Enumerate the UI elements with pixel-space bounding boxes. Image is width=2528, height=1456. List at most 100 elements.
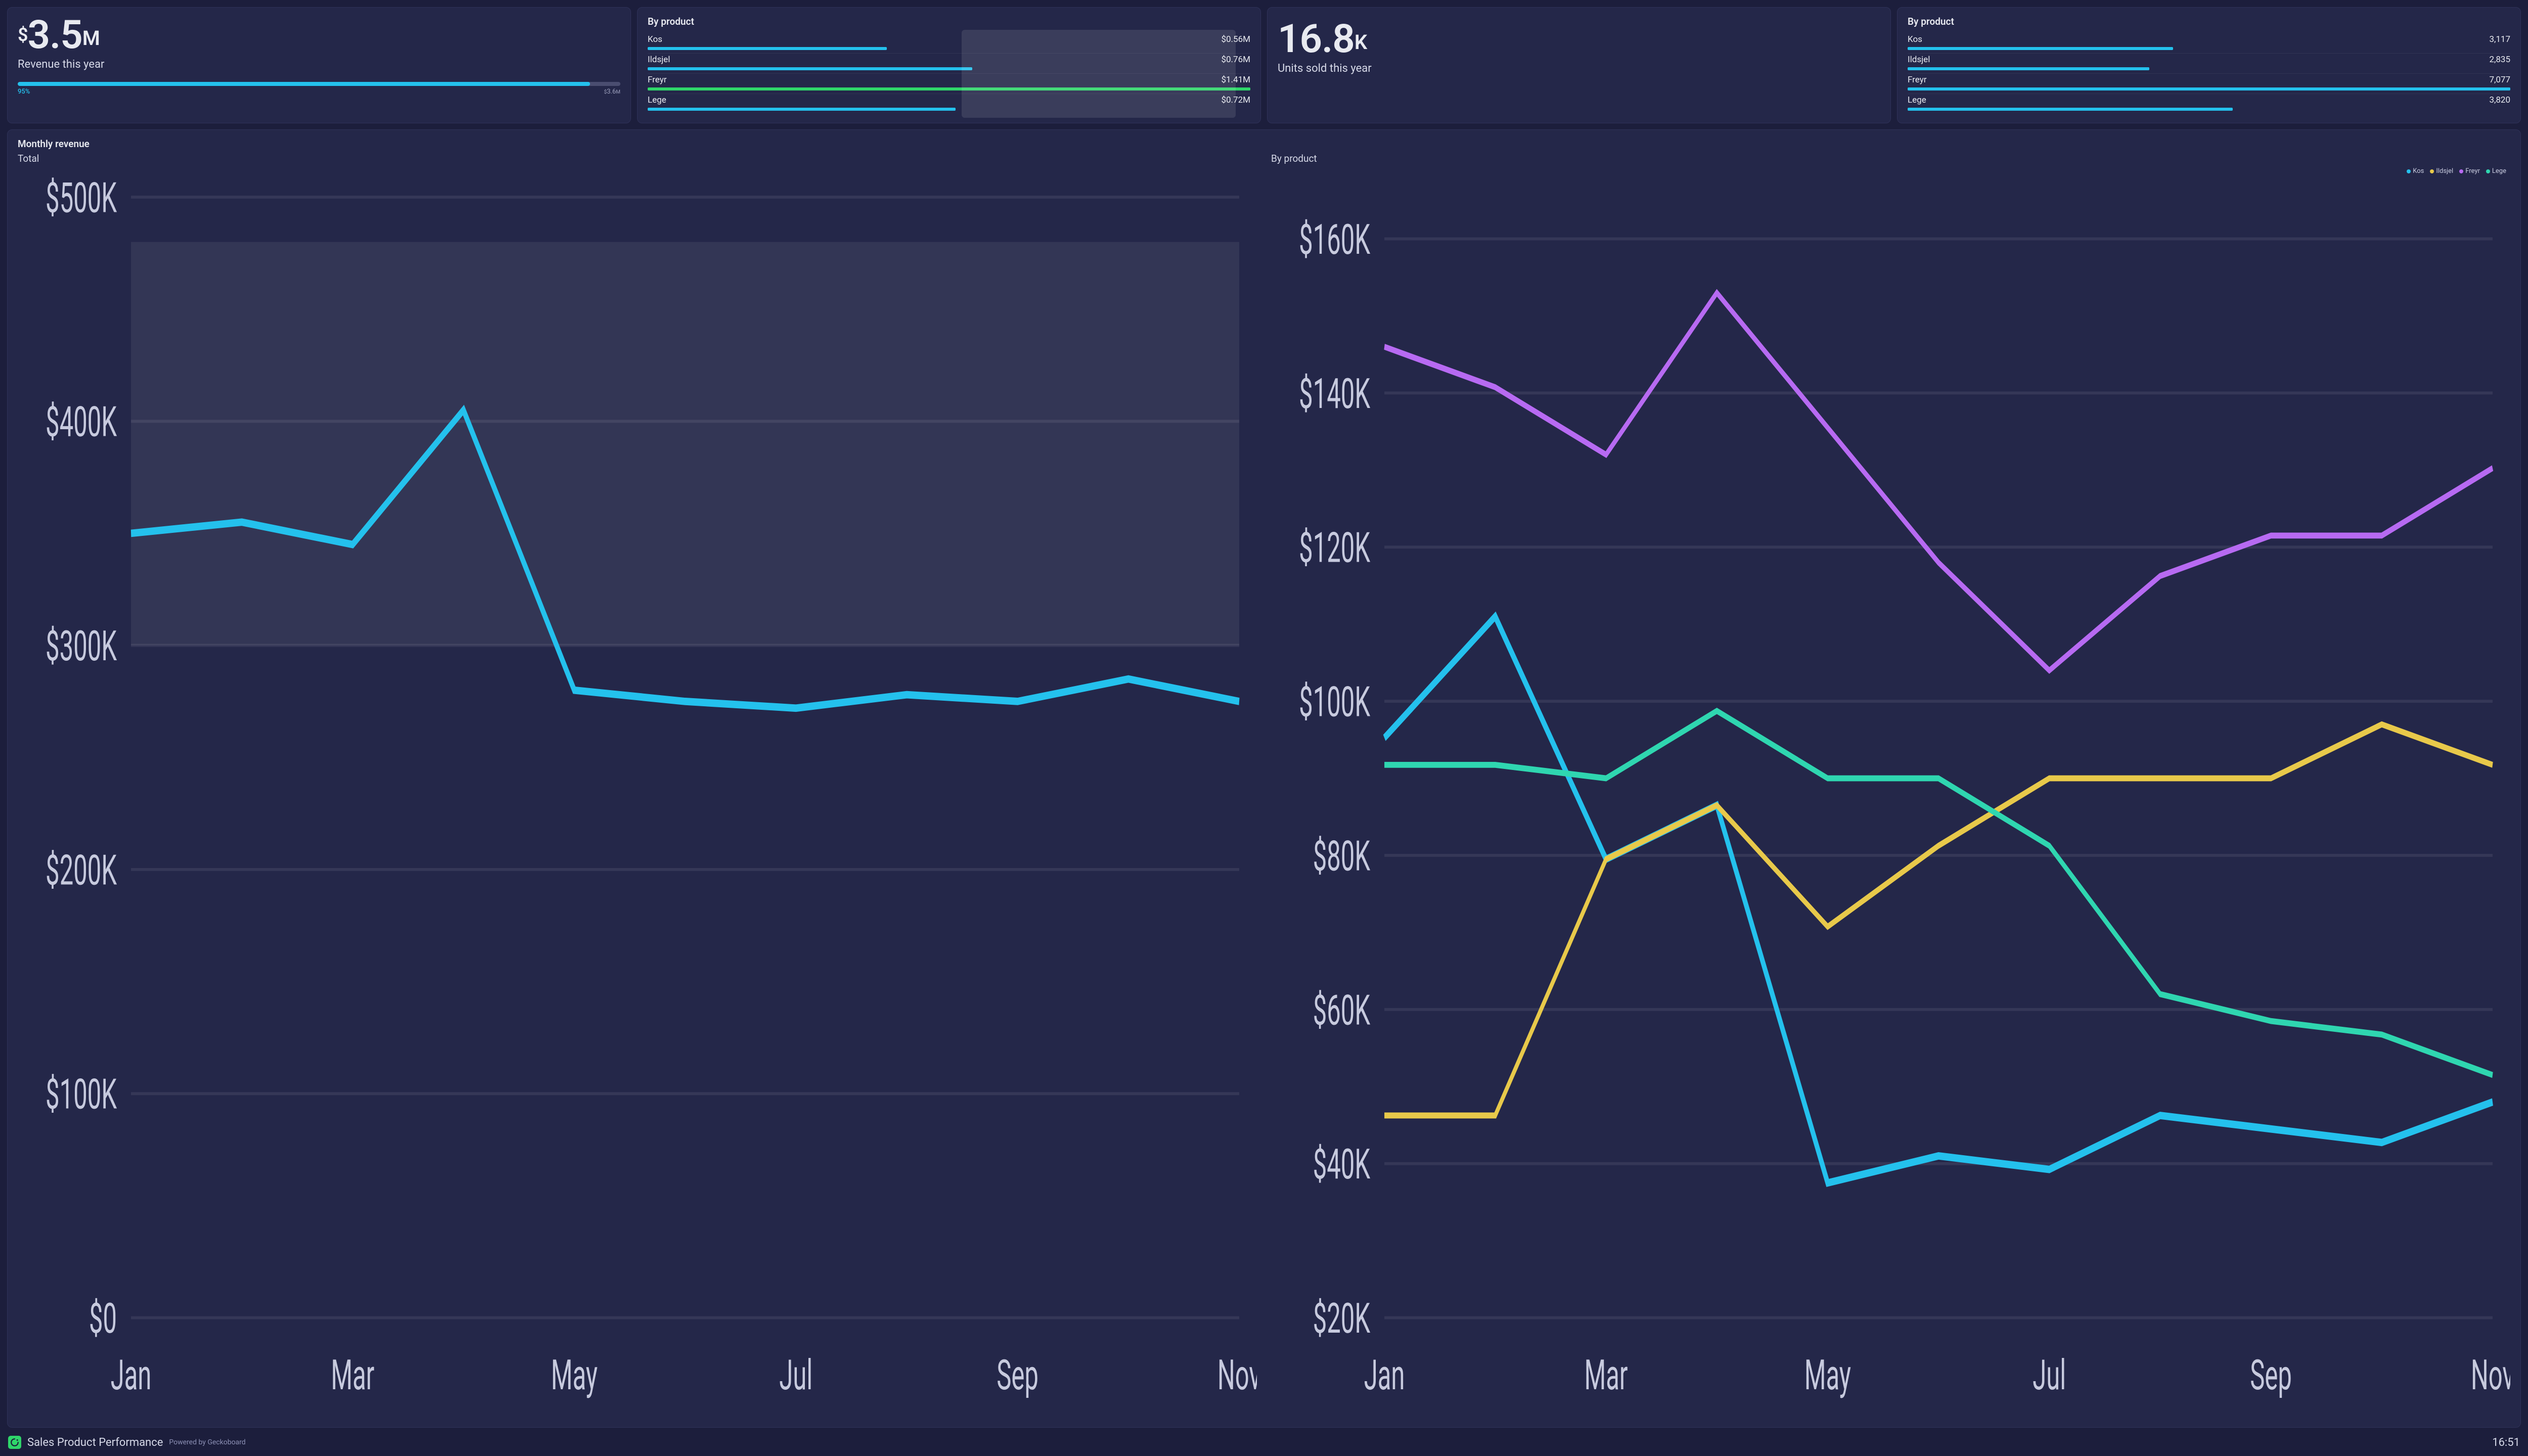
svg-text:$200K: $200K (46, 846, 117, 895)
product-value: $1.41M (1221, 75, 1250, 85)
units-suffix: K (1355, 30, 1367, 54)
chart-subtitle: Total (18, 153, 1257, 164)
product-row: Freyr 7,077 (1908, 73, 2510, 90)
svg-text:Nov: Nov (2471, 1350, 2510, 1399)
revenue-suffix: M (82, 26, 100, 50)
by-product-chart-column: By product Kos Ildsjel Freyr Lege $20K $40K $… (1271, 153, 2510, 1419)
revenue-prefix: $ (18, 24, 28, 46)
product-bar (648, 87, 1250, 90)
legend-label: Ildsjel (2436, 167, 2453, 175)
revenue-progress-track (18, 82, 620, 86)
product-name: Ildsjel (648, 55, 670, 65)
product-row: Kos$0.56M (648, 33, 1250, 50)
svg-text:Sep: Sep (2250, 1350, 2292, 1399)
svg-text:$400K: $400K (46, 397, 117, 446)
product-row: Ildsjel $0.76M (648, 53, 1250, 70)
revenue-progress-meta: 95% $3.6M (18, 88, 620, 96)
revenue-by-product-card: By product Kos$0.56MIldsjel$0.76MFreyr$1… (637, 7, 1261, 123)
revenue-amount: 3.5 (28, 12, 82, 58)
revenue-progress-pct: 95% (18, 88, 30, 96)
revenue-progress-fill (18, 82, 590, 86)
units-product-list: Kos 3,117 Ildsjel 2,835 Freyr 7,077 Lege 3,820 (1908, 33, 2510, 111)
product-name: Ildsjel (1908, 55, 1930, 65)
revenue-progress-goal: $3.6M (604, 88, 620, 96)
footer-bar: Sales Product Performance Powered by Gec… (7, 1434, 2521, 1449)
legend-label: Lege (2492, 167, 2506, 175)
units-amount: 16.8 (1278, 16, 1355, 62)
total-chart-column: Total $0$100K$200K$300K$400K$500KJanMarM… (18, 153, 1257, 1419)
revenue-kpi-card: $3.5M Revenue this year 95% $3.6M (7, 7, 631, 123)
product-row: Lege $0.72M (648, 94, 1250, 111)
svg-text:Sep: Sep (997, 1350, 1039, 1399)
svg-text:$0: $0 (89, 1294, 117, 1343)
product-value: $0.76M (1221, 55, 1250, 65)
powered-by-label: Powered by Geckoboard (169, 1438, 246, 1446)
product-value: $0.72M (1221, 95, 1250, 105)
product-bar (648, 108, 956, 111)
product-value: 3,820 (2489, 95, 2510, 105)
legend-dot-icon (2459, 169, 2463, 173)
units-kpi-value: 16.8K (1278, 20, 1880, 59)
product-value: 7,077 (2489, 75, 2510, 85)
total-chart-area: $0$100K$200K$300K$400K$500KJanMarMayJulS… (18, 167, 1257, 1419)
revenue-kpi-value: $3.5M (18, 16, 620, 55)
svg-text:May: May (1804, 1350, 1851, 1399)
chart-legend: Kos Ildsjel Freyr Lege (2407, 167, 2506, 175)
product-row: Ildsjel 2,835 (1908, 53, 2510, 70)
product-value: $0.56M (1221, 34, 1250, 44)
svg-text:Mar: Mar (331, 1350, 374, 1399)
series-freyr (1384, 293, 2493, 670)
product-name: Lege (648, 95, 666, 105)
svg-text:$300K: $300K (46, 621, 117, 670)
product-bar (1908, 87, 2510, 90)
legend-item: Lege (2486, 167, 2506, 175)
chart-subtitle: By product (1271, 153, 2510, 164)
svg-text:$100K: $100K (1299, 677, 1370, 726)
legend-item: Ildsjel (2430, 167, 2453, 175)
svg-text:$100K: $100K (46, 1070, 117, 1119)
product-name: Lege (1908, 95, 1926, 105)
product-name: Freyr (1908, 75, 1927, 85)
product-row: Kos 3,117 (1908, 33, 2510, 50)
product-bar (1908, 47, 2173, 50)
units-by-product-card: By product Kos 3,117 Ildsjel 2,835 Freyr 7,07… (1897, 7, 2521, 123)
series-ildsjel (1384, 724, 2493, 1116)
card-title: By product (1908, 16, 2510, 27)
svg-text:Jan: Jan (111, 1350, 152, 1399)
svg-text:$40K: $40K (1313, 1140, 1371, 1189)
clock: 16:51 (2492, 1436, 2520, 1449)
svg-text:$500K: $500K (46, 173, 117, 222)
legend-dot-icon (2430, 169, 2434, 173)
units-kpi-card: 16.8K Units sold this year (1267, 7, 1891, 123)
product-bar (648, 47, 887, 50)
svg-text:$60K: $60K (1313, 986, 1371, 1035)
product-name: Freyr (648, 75, 667, 85)
legend-dot-icon (2407, 169, 2411, 173)
legend-dot-icon (2486, 169, 2490, 173)
product-row: Lege 3,820 (1908, 94, 2510, 111)
legend-item: Freyr (2459, 167, 2480, 175)
product-value: 2,835 (2489, 55, 2510, 65)
product-value: 3,117 (2489, 34, 2510, 44)
svg-text:$120K: $120K (1299, 523, 1370, 572)
dashboard-title: Sales Product Performance (27, 1436, 163, 1449)
svg-text:Mar: Mar (1584, 1350, 1628, 1399)
by-product-chart-area: Kos Ildsjel Freyr Lege $20K $40K $60K $80K $100… (1271, 167, 2510, 1419)
product-row: Freyr $1.41M (648, 73, 1250, 90)
svg-text:Jul: Jul (2033, 1350, 2066, 1399)
svg-text:$20K: $20K (1313, 1294, 1371, 1343)
svg-text:Jan: Jan (1364, 1350, 1405, 1399)
svg-text:$80K: $80K (1313, 832, 1371, 881)
legend-label: Kos (2413, 167, 2424, 175)
product-name: Kos (1908, 34, 1922, 44)
legend-label: Freyr (2465, 167, 2480, 175)
svg-text:Jul: Jul (779, 1350, 812, 1399)
geckoboard-logo-icon (8, 1436, 21, 1449)
series-lege (1384, 711, 2493, 1075)
revenue-kpi-label: Revenue this year (18, 58, 620, 71)
svg-text:Nov: Nov (1217, 1350, 1257, 1399)
product-bar (648, 67, 972, 70)
monthly-revenue-card: Monthly revenue Total $0$100K$200K$300K$… (7, 129, 2521, 1428)
svg-text:$160K: $160K (1299, 215, 1370, 264)
kpi-row: $3.5M Revenue this year 95% $3.6M By pro… (7, 7, 2521, 123)
